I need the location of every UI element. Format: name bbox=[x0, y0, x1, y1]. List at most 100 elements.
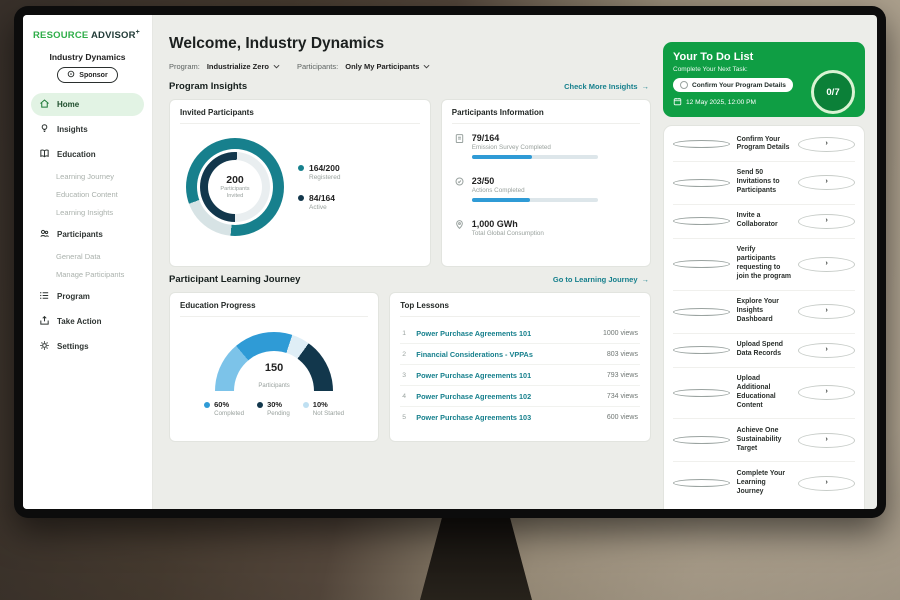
program-filter-dropdown[interactable]: Industrialize Zero bbox=[207, 62, 280, 71]
location-pin-icon bbox=[454, 219, 465, 232]
task-row[interactable]: Upload Spend Data Records › bbox=[673, 334, 855, 368]
task-row[interactable]: Explore Your Insights Dashboard › bbox=[673, 291, 855, 334]
sidebar-item-home[interactable]: Home bbox=[31, 93, 144, 116]
task-row[interactable]: Achieve One Sustainability Target › bbox=[673, 419, 855, 462]
legend-active: 84/164 Active bbox=[298, 193, 340, 211]
sidebar-item-participants[interactable]: Participants bbox=[31, 223, 144, 246]
sidebar-item-take-action[interactable]: Take Action bbox=[31, 310, 144, 333]
donut-legend: 164/200 Registered 84/164 Active bbox=[298, 163, 340, 211]
chevron-right-icon[interactable]: › bbox=[798, 385, 855, 400]
chevron-right-icon[interactable]: › bbox=[798, 343, 855, 358]
lesson-row[interactable]: 1 Power Purchase Agreements 101 1000 vie… bbox=[400, 323, 640, 344]
sidebar-item-settings[interactable]: Settings bbox=[31, 335, 144, 358]
sidebar-item-general-data[interactable]: General Data bbox=[31, 248, 144, 265]
learning-journey-header: Participant Learning Journey Go to Learn… bbox=[169, 274, 649, 285]
chevron-right-icon[interactable]: › bbox=[798, 257, 855, 272]
sponsor-badge[interactable]: Sponsor bbox=[57, 67, 117, 83]
donut-center-label: Participants Invited bbox=[212, 186, 258, 199]
list-icon bbox=[39, 290, 50, 303]
main-content: Welcome, Industry Dynamics Program: Indu… bbox=[153, 15, 661, 509]
checkbox-circle[interactable] bbox=[673, 436, 730, 444]
chevron-right-icon[interactable]: › bbox=[798, 137, 855, 152]
sidebar-item-learning-insights[interactable]: Learning Insights bbox=[31, 204, 144, 221]
book-icon bbox=[39, 148, 50, 161]
lesson-row[interactable]: 4 Power Purchase Agreements 102 734 view… bbox=[400, 386, 640, 407]
go-to-learning-journey-link[interactable]: Go to Learning Journey → bbox=[553, 275, 649, 284]
blue-dot bbox=[204, 402, 210, 408]
sidebar-item-learning-journey[interactable]: Learning Journey bbox=[31, 168, 144, 185]
chevron-right-icon[interactable]: › bbox=[798, 433, 855, 448]
program-filter-label: Program: bbox=[169, 62, 200, 71]
education-gauge-chart: 150 Participants bbox=[215, 332, 333, 391]
section-title: Participant Learning Journey bbox=[169, 274, 300, 285]
checkbox-circle[interactable] bbox=[673, 140, 730, 148]
consumption-stat: 1,000 GWh Total Global Consumption bbox=[454, 218, 640, 245]
sidebar-item-education-content[interactable]: Education Content bbox=[31, 186, 144, 203]
sponsor-icon bbox=[67, 70, 75, 80]
checkbox-circle[interactable] bbox=[673, 179, 730, 187]
monitor-stand bbox=[420, 516, 532, 600]
checkbox-circle[interactable] bbox=[673, 389, 730, 397]
sidebar-item-insights[interactable]: Insights bbox=[31, 118, 144, 141]
donut-center-value: 200 bbox=[226, 174, 244, 186]
checkbox-circle[interactable] bbox=[673, 217, 730, 225]
checkbox-circle[interactable] bbox=[680, 81, 688, 89]
collapse-tasks-button[interactable]: Collapse Tasks bbox=[673, 504, 855, 509]
checkbox-circle[interactable] bbox=[673, 346, 730, 354]
checkbox-circle[interactable] bbox=[673, 479, 730, 487]
participants-filter-dropdown[interactable]: Only My Participants bbox=[345, 62, 430, 71]
gauge-center-label: Participants bbox=[258, 383, 289, 389]
education-progress-card: Education Progress 150 Participants bbox=[169, 292, 379, 442]
todo-task-list: Confirm Your Program Details › Send 50 I… bbox=[663, 125, 865, 509]
legend-registered: 164/200 Registered bbox=[298, 163, 340, 181]
todo-column: Your To Do List Complete Your Next Task:… bbox=[661, 15, 877, 509]
org-name: Industry Dynamics bbox=[31, 52, 144, 62]
todo-header-card: Your To Do List Complete Your Next Task:… bbox=[663, 42, 865, 117]
photo-background: RESOURCE ADVISOR+ Industry Dynamics Spon… bbox=[0, 0, 900, 600]
chevron-right-icon[interactable]: › bbox=[798, 304, 855, 319]
legend-pending: 30% Pending bbox=[257, 400, 290, 417]
logo-plus: + bbox=[136, 29, 140, 36]
section-title: Program Insights bbox=[169, 81, 247, 92]
sidebar-item-education[interactable]: Education bbox=[31, 143, 144, 166]
arrow-right-icon: → bbox=[642, 275, 650, 284]
task-row[interactable]: Invite a Collaborator › bbox=[673, 205, 855, 239]
task-row[interactable]: Send 50 Invitations to Participants › bbox=[673, 162, 855, 205]
teal-dot bbox=[298, 165, 304, 171]
emission-progress-bar bbox=[472, 155, 598, 159]
top-lessons-card: Top Lessons 1 Power Purchase Agreements … bbox=[389, 292, 651, 442]
sidebar-item-program[interactable]: Program bbox=[31, 285, 144, 308]
invited-donut-chart: 200 Participants Invited bbox=[186, 138, 284, 236]
chevron-right-icon[interactable]: › bbox=[798, 175, 855, 190]
insights-cards-row: Invited Participants 200 Participants In… bbox=[169, 99, 651, 267]
checkbox-circle[interactable] bbox=[673, 260, 730, 268]
lesson-row[interactable]: 5 Power Purchase Agreements 103 600 view… bbox=[400, 407, 640, 427]
sidebar-item-manage-participants[interactable]: Manage Participants bbox=[31, 266, 144, 283]
task-row[interactable]: Verify participants requesting to join t… bbox=[673, 239, 855, 291]
next-task-pill[interactable]: Confirm Your Program Details bbox=[673, 78, 793, 92]
legend-completed: 60% Completed bbox=[204, 400, 244, 417]
chevron-down-icon bbox=[273, 62, 280, 71]
lesson-row[interactable]: 3 Power Purchase Agreements 101 793 view… bbox=[400, 365, 640, 386]
gear-icon bbox=[39, 340, 50, 353]
card-title: Invited Participants bbox=[180, 108, 420, 124]
checkbox-circle[interactable] bbox=[673, 308, 730, 316]
arrow-right-icon: → bbox=[642, 82, 650, 91]
invited-participants-card: Invited Participants 200 Participants In… bbox=[169, 99, 431, 267]
task-row[interactable]: Upload Additional Educational Content › bbox=[673, 368, 855, 420]
chevron-right-icon[interactable]: › bbox=[798, 476, 855, 491]
task-row[interactable]: Complete Your Learning Journey › bbox=[673, 462, 855, 504]
todo-title: Your To Do List bbox=[673, 51, 855, 63]
chevron-down-icon bbox=[423, 62, 430, 71]
todo-progress-ring: 0/7 bbox=[811, 70, 855, 114]
task-row[interactable]: Confirm Your Program Details › bbox=[673, 128, 855, 162]
monitor-bezel: RESOURCE ADVISOR+ Industry Dynamics Spon… bbox=[14, 6, 886, 518]
filters-bar: Program: Industrialize Zero Participants… bbox=[169, 62, 651, 71]
lesson-row[interactable]: 2 Financial Considerations - VPPAs 803 v… bbox=[400, 344, 640, 365]
card-title: Top Lessons bbox=[400, 301, 640, 317]
sidebar: RESOURCE ADVISOR+ Industry Dynamics Spon… bbox=[23, 15, 153, 509]
check-more-insights-link[interactable]: Check More Insights → bbox=[564, 82, 649, 91]
logo-text-resource: RESOURCE bbox=[33, 30, 88, 41]
chevron-right-icon[interactable]: › bbox=[798, 214, 855, 229]
actions-progress-bar bbox=[472, 198, 598, 202]
